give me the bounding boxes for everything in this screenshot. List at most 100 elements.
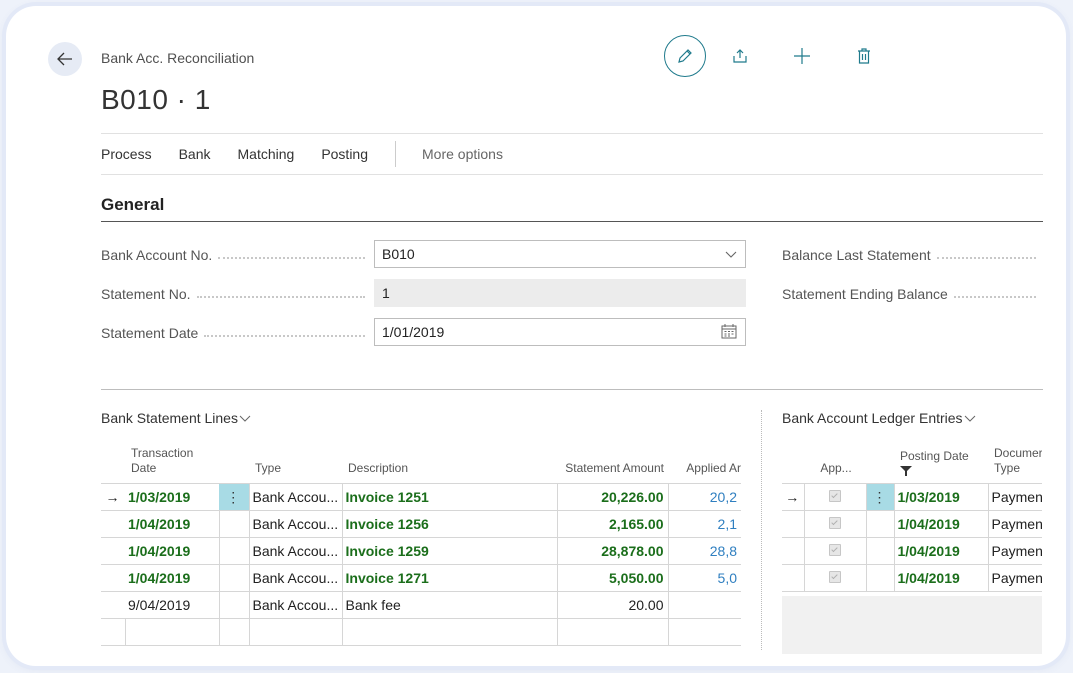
row-menu-icon[interactable]: ⋮ (865, 483, 894, 511)
column-header-description[interactable]: Description (342, 446, 557, 484)
type-cell[interactable]: Bank Accou... (248, 537, 342, 565)
row-menu-icon[interactable]: ⋮ (219, 483, 249, 511)
chevron-down-icon[interactable] (724, 245, 738, 263)
row-menu-cell[interactable] (865, 564, 894, 592)
table-row[interactable]: 1/04/2019 Payment (782, 564, 1042, 592)
empty-cell[interactable] (218, 618, 249, 646)
empty-cell[interactable] (248, 618, 342, 646)
row-indicator (782, 537, 804, 565)
transaction-date-cell[interactable]: 1/04/2019 (125, 510, 219, 538)
column-header-applied-amount[interactable]: Applied Ar (668, 446, 741, 484)
posting-date-cell[interactable]: 1/04/2019 (893, 510, 988, 538)
type-cell[interactable]: Bank Accou... (248, 510, 342, 538)
row-indicator (101, 510, 125, 538)
posting-date-cell[interactable]: 1/04/2019 (893, 564, 988, 592)
menu-posting[interactable]: Posting (321, 146, 368, 162)
document-type-cell[interactable]: Payment (987, 510, 1042, 538)
edit-button[interactable] (664, 35, 706, 77)
statement-amount-cell[interactable]: 20.00 (556, 591, 668, 619)
menu-bank[interactable]: Bank (179, 146, 211, 162)
transaction-date-cell[interactable]: 1/04/2019 (125, 537, 219, 565)
type-cell[interactable]: Bank Accou... (248, 564, 342, 592)
applied-amount-cell[interactable]: 28,8 (667, 537, 741, 565)
plus-icon (794, 48, 810, 64)
transaction-date-cell[interactable]: 9/04/2019 (125, 591, 219, 619)
chevron-down-icon (964, 415, 975, 422)
column-header-applied[interactable]: App... (804, 446, 866, 484)
statement-amount-cell[interactable]: 5,050.00 (556, 564, 668, 592)
menu-process[interactable]: Process (101, 146, 152, 162)
row-menu-cell[interactable] (865, 537, 894, 565)
empty-cell[interactable] (341, 618, 557, 646)
applied-checkbox[interactable] (803, 483, 866, 511)
column-header-document-type[interactable]: Documer Type (988, 446, 1042, 484)
table-row[interactable]: → 1/03/2019 ⋮ Bank Accou... Invoice 1251… (101, 483, 741, 511)
posting-date-header-text: Posting Date (900, 449, 969, 463)
table-row[interactable]: 1/04/2019 Payment (782, 537, 1042, 565)
document-type-cell[interactable]: Payment (987, 537, 1042, 565)
row-menu-cell[interactable] (218, 564, 249, 592)
row-menu-cell[interactable] (218, 591, 249, 619)
general-section-title[interactable]: General (101, 195, 1043, 222)
description-cell[interactable]: Bank fee (341, 591, 557, 619)
row-indicator (101, 618, 125, 646)
table-row[interactable]: 1/04/2019 Bank Accou... Invoice 1259 28,… (101, 537, 741, 565)
table-row[interactable]: 1/04/2019 Bank Accou... Invoice 1271 5,0… (101, 564, 741, 592)
label-dots (936, 247, 1036, 259)
calendar-icon[interactable] (720, 323, 738, 341)
applied-checkbox[interactable] (803, 510, 866, 538)
statement-amount-cell[interactable]: 28,878.00 (556, 537, 668, 565)
row-menu-cell[interactable] (218, 537, 249, 565)
applied-amount-cell[interactable]: 5,0 (667, 564, 741, 592)
document-type-cell[interactable]: Payment (987, 483, 1042, 511)
applied-amount-cell[interactable]: 2,1 (667, 510, 741, 538)
column-header-posting-date[interactable]: Posting Date (894, 446, 988, 484)
description-cell[interactable]: Invoice 1256 (341, 510, 557, 538)
table-row[interactable]: 9/04/2019 Bank Accou... Bank fee 20.00 (101, 591, 741, 619)
applied-amount-cell[interactable] (667, 591, 741, 619)
row-menu-cell[interactable] (218, 510, 249, 538)
description-cell[interactable]: Invoice 1251 (341, 483, 557, 511)
document-type-cell[interactable]: Payment (987, 564, 1042, 592)
bank-account-no-field[interactable]: B010 (374, 240, 746, 268)
statement-amount-cell[interactable]: 2,165.00 (556, 510, 668, 538)
posting-date-cell[interactable]: 1/04/2019 (893, 537, 988, 565)
type-cell[interactable]: Bank Accou... (248, 483, 342, 511)
new-button[interactable] (782, 36, 822, 76)
table-row[interactable]: 1/04/2019 Bank Accou... Invoice 1256 2,1… (101, 510, 741, 538)
empty-cell[interactable] (667, 618, 741, 646)
posting-date-cell[interactable]: 1/03/2019 (893, 483, 988, 511)
statement-date-field[interactable]: 1/01/2019 (374, 318, 746, 346)
back-button[interactable] (48, 42, 82, 76)
description-cell[interactable]: Invoice 1271 (341, 564, 557, 592)
edit-icon (678, 49, 692, 63)
applied-checkbox[interactable] (803, 537, 866, 565)
share-button[interactable] (720, 36, 760, 76)
column-header-menu (866, 446, 894, 484)
statement-amount-cell[interactable]: 20,226.00 (556, 483, 668, 511)
column-header-type[interactable]: Type (249, 446, 342, 484)
transaction-date-cell[interactable]: 1/03/2019 (125, 483, 219, 511)
row-menu-cell[interactable] (865, 510, 894, 538)
more-options-button[interactable]: More options (422, 146, 503, 162)
pane-divider[interactable] (761, 410, 762, 650)
table-row[interactable]: 1/04/2019 Payment (782, 510, 1042, 538)
bank-statement-lines-title[interactable]: Bank Statement Lines (101, 410, 251, 426)
statement-date-label: Statement Date (101, 325, 371, 341)
menu-matching[interactable]: Matching (238, 146, 295, 162)
applied-amount-cell[interactable]: 20,2 (667, 483, 741, 511)
ledger-entries-title[interactable]: Bank Account Ledger Entries (782, 410, 976, 426)
statement-no-value: 1 (382, 285, 390, 301)
delete-button[interactable] (844, 36, 884, 76)
empty-cell[interactable] (556, 618, 668, 646)
statement-ending-balance-label: Statement Ending Balance (782, 286, 1042, 302)
table-row[interactable]: → ⋮ 1/03/2019 Payment (782, 483, 1042, 511)
applied-checkbox[interactable] (803, 564, 866, 592)
empty-cell[interactable] (124, 618, 219, 646)
table-row-empty[interactable] (101, 618, 741, 646)
description-cell[interactable]: Invoice 1259 (341, 537, 557, 565)
transaction-date-cell[interactable]: 1/04/2019 (125, 564, 219, 592)
column-header-statement-amount[interactable]: Statement Amount (557, 446, 668, 484)
column-header-transaction-date[interactable]: Transaction Date (125, 446, 219, 484)
type-cell[interactable]: Bank Accou... (248, 591, 342, 619)
